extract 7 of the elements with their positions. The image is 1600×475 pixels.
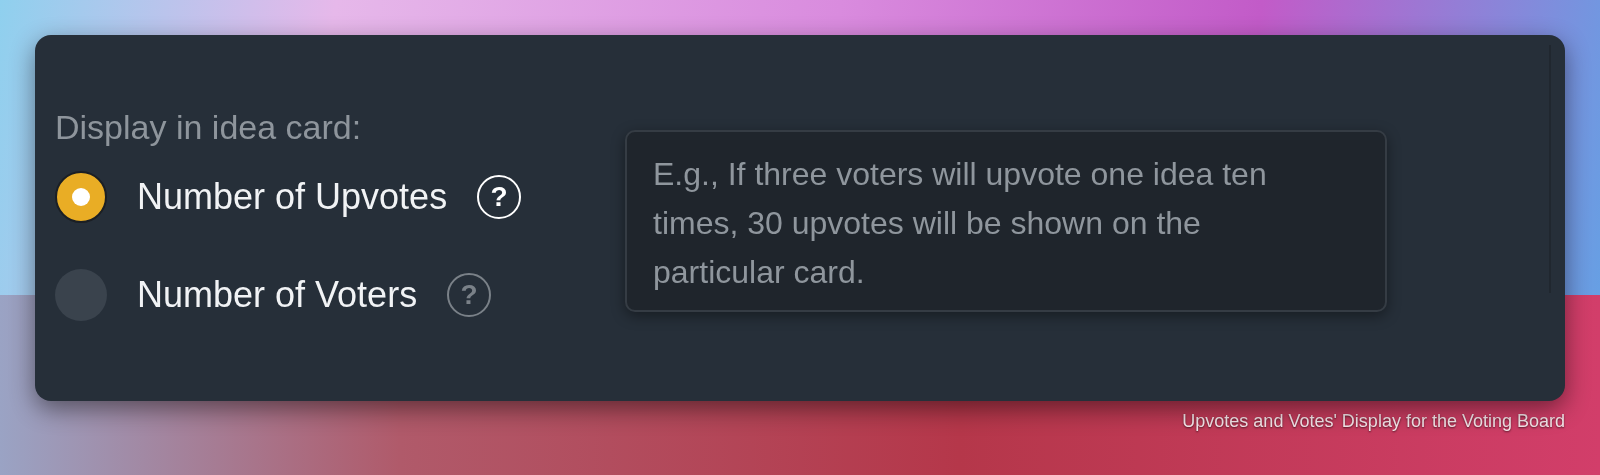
option-label[interactable]: Number of Upvotes xyxy=(137,176,448,218)
tooltip: E.g., If three voters will upvote one idea ten times, 30 upvotes will be shown on the particular card. xyxy=(625,130,1387,312)
section-heading: Display in idea card: xyxy=(55,107,362,147)
radio-button[interactable] xyxy=(55,171,107,223)
caption: Upvotes and Votes' Display for the Voting Board xyxy=(1182,411,1565,432)
option-label[interactable]: Number of Voters xyxy=(137,274,418,316)
help-icon[interactable]: ? xyxy=(477,175,522,219)
